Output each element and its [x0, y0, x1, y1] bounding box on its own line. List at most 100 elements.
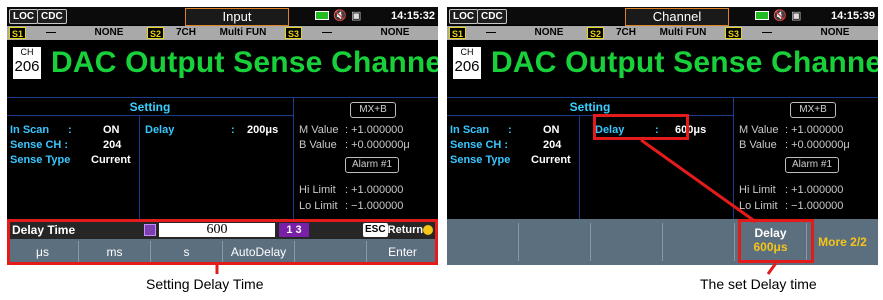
slot3-card: NONE	[820, 27, 850, 38]
softkey-blank[interactable]	[447, 223, 519, 261]
b-value-label: B Value	[299, 139, 337, 151]
softkey-highlight-box	[738, 219, 814, 263]
b-value: : +0.000000μ	[345, 139, 410, 151]
mxb-button[interactable]: MX+B	[790, 102, 836, 118]
slot3-value: —	[762, 27, 772, 38]
entry-highlight-box	[7, 219, 438, 265]
channel-label: CH	[460, 47, 474, 57]
delay-highlight-box	[593, 114, 689, 140]
speaker-mute-icon: 🔇	[333, 10, 347, 22]
clock: 14:15:32	[390, 10, 435, 22]
clock: 14:15:39	[830, 10, 875, 22]
channel-box: CH 206	[453, 47, 481, 79]
lo-limit-label: Lo Limit	[299, 200, 338, 212]
in-scan-value: ON	[103, 124, 120, 136]
lo-limit-value: : −1.000000	[345, 200, 404, 212]
channel-headline: DAC Output Sense Channel	[51, 46, 438, 79]
network-icon: ▣	[351, 10, 362, 22]
in-scan-value: ON	[543, 124, 560, 136]
slot3-badge: S3	[725, 27, 743, 39]
grid-line	[447, 115, 733, 116]
in-scan-colon: :	[508, 124, 512, 136]
in-scan-colon: :	[68, 124, 72, 136]
sense-ch-label: Sense CH :	[10, 139, 69, 151]
hi-limit-value: : +1.000000	[785, 184, 844, 196]
screen-title: Channel	[625, 8, 729, 26]
sense-ch-value: 204	[103, 139, 122, 151]
delay-label: Delay	[145, 124, 175, 136]
slot3-card: NONE	[380, 27, 410, 38]
m-value: : +1.000000	[785, 124, 844, 136]
grid-line	[293, 97, 294, 221]
in-scan-label: In Scan	[10, 124, 50, 136]
channel-headline: DAC Output Sense Channel	[491, 46, 878, 79]
right-caption: The set Delay time	[700, 276, 817, 292]
setting-header: Setting	[569, 100, 611, 114]
channel-box: CH 206	[13, 47, 41, 79]
slot2-card: Multi FUN	[219, 27, 267, 38]
b-value: : +0.000000μ	[785, 139, 850, 151]
slot1-card: NONE	[94, 27, 124, 38]
hi-limit-label: Hi Limit	[739, 184, 776, 196]
slot-bar: S1 — NONE S2 7CH Multi FUN S3 — NONE	[7, 26, 438, 40]
sense-ch-label: Sense CH :	[450, 139, 509, 151]
b-value-label: B Value	[739, 139, 777, 151]
mxb-button[interactable]: MX+B	[350, 102, 396, 118]
channel-label: CH	[20, 47, 34, 57]
slot3-badge: S3	[285, 27, 303, 39]
sense-type-label: Sense Type	[450, 154, 511, 166]
slot2-badge: S2	[147, 27, 165, 39]
slot1-value: —	[486, 27, 496, 38]
slot2-card: Multi FUN	[659, 27, 707, 38]
status-bar: LOC CDC Input 🔇 ▣ 14:15:32	[7, 7, 438, 26]
grid-line	[7, 97, 438, 98]
softkey-blank[interactable]	[591, 223, 663, 261]
slot1-badge: S1	[449, 27, 467, 39]
sense-type-value: Current	[531, 154, 571, 166]
delay-value: 200μs	[247, 124, 279, 136]
lo-limit-label: Lo Limit	[739, 200, 778, 212]
sense-ch-value: 204	[543, 139, 562, 151]
grid-line	[139, 115, 140, 221]
softkey-blank[interactable]	[663, 223, 735, 261]
network-icon: ▣	[791, 10, 802, 22]
slot1-value: —	[46, 27, 56, 38]
sense-type-label: Sense Type	[10, 154, 71, 166]
battery-icon	[315, 11, 329, 20]
alarm-button[interactable]: Alarm #1	[345, 157, 399, 173]
hi-limit-value: : +1.000000	[345, 184, 404, 196]
slot2-channels: 7CH	[615, 27, 636, 38]
in-scan-label: In Scan	[450, 124, 490, 136]
screen-title: Input	[185, 8, 289, 26]
slot1-badge: S1	[9, 27, 27, 39]
grid-line	[7, 115, 293, 116]
channel-number: 206	[454, 58, 480, 75]
status-bar: LOC CDC Channel 🔇 ▣ 14:15:39	[447, 7, 878, 26]
hi-limit-label: Hi Limit	[299, 184, 336, 196]
left-caption: Setting Delay Time	[146, 276, 264, 292]
sense-type-value: Current	[91, 154, 131, 166]
softkey-more[interactable]: More 2/2	[807, 223, 878, 261]
slot1-card: NONE	[534, 27, 564, 38]
slot2-badge: S2	[587, 27, 605, 39]
grid-line	[447, 97, 878, 98]
grid-line	[733, 97, 734, 239]
m-value-label: M Value	[739, 124, 779, 136]
speaker-mute-icon: 🔇	[773, 10, 787, 22]
channel-number: 206	[14, 58, 40, 75]
alarm-button[interactable]: Alarm #1	[785, 157, 839, 173]
setting-header: Setting	[129, 100, 171, 114]
slot3-value: —	[322, 27, 332, 38]
loc-badge: LOC	[9, 9, 39, 24]
slot-bar: S1 — NONE S2 7CH Multi FUN S3 — NONE	[447, 26, 878, 40]
m-value-label: M Value	[299, 124, 339, 136]
battery-icon	[755, 11, 769, 20]
slot2-channels: 7CH	[175, 27, 196, 38]
m-value: : +1.000000	[345, 124, 404, 136]
lo-limit-value: : −1.000000	[785, 200, 844, 212]
softkey-blank[interactable]	[519, 223, 591, 261]
loc-badge: LOC	[449, 9, 479, 24]
cdc-badge: CDC	[37, 9, 67, 24]
cdc-badge: CDC	[477, 9, 507, 24]
delay-colon: :	[231, 124, 235, 136]
